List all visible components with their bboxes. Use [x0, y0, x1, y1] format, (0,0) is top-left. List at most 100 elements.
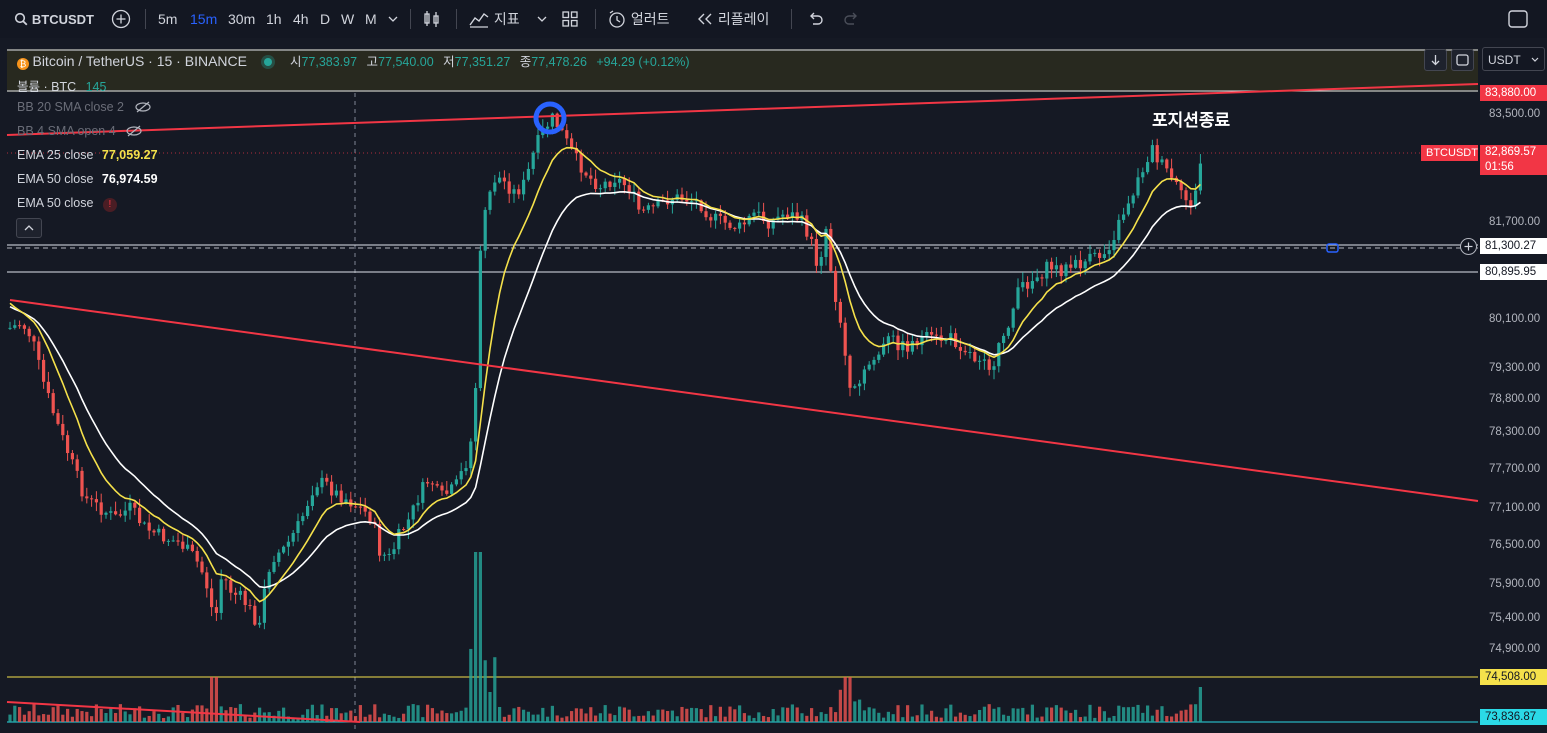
- candle-body: [22, 325, 26, 329]
- volume-bar: [70, 716, 74, 722]
- interval-4h[interactable]: 4h: [293, 0, 309, 38]
- volume-bar: [459, 710, 463, 722]
- indicators-dropdown[interactable]: [536, 0, 548, 38]
- indicator-ema50[interactable]: EMA 50 close 76,974.59: [17, 172, 158, 186]
- volume-bar: [1088, 704, 1092, 722]
- candle-body: [1122, 214, 1126, 220]
- volume-bar: [32, 704, 36, 722]
- interval-5m[interactable]: 5m: [158, 0, 177, 38]
- interval-d[interactable]: D: [320, 0, 330, 38]
- interval-m[interactable]: M: [365, 0, 377, 38]
- interval-1h[interactable]: 1h: [266, 0, 282, 38]
- price-chart[interactable]: 포지션종료: [0, 38, 1547, 733]
- settings-toggle-button[interactable]: [1451, 49, 1474, 71]
- volume-bar: [637, 715, 641, 722]
- price-tick-label: 76,500.00: [1489, 539, 1541, 551]
- add-alert-button[interactable]: [1460, 238, 1477, 255]
- volume-bar: [109, 707, 113, 722]
- redo-button[interactable]: [843, 0, 861, 38]
- volume-bar: [781, 707, 785, 722]
- volume-bar: [939, 717, 943, 722]
- candle-body: [810, 236, 814, 239]
- candle-body: [147, 522, 151, 531]
- interval-15m[interactable]: 15m: [190, 0, 217, 38]
- replay-button[interactable]: 리플레이: [696, 0, 769, 38]
- volume-bar: [1030, 704, 1034, 722]
- volume-bar: [157, 713, 161, 722]
- candle-body: [728, 222, 732, 228]
- volume-bar: [1050, 707, 1054, 722]
- candle-body: [1040, 277, 1044, 279]
- candle-body: [224, 579, 228, 581]
- add-symbol-button[interactable]: [111, 0, 131, 38]
- candle-body: [368, 511, 372, 522]
- chart-pane[interactable]: 포지션종료 ₿ Bitcoin / TetherUS · 15 · BINANC…: [0, 38, 1547, 733]
- candle-body: [1078, 259, 1082, 269]
- indicator-bb20[interactable]: BB 20 SMA close 2: [17, 100, 152, 114]
- high-value: 77,540.00: [378, 55, 434, 69]
- eye-hidden-icon[interactable]: [134, 101, 152, 113]
- interval-dropdown[interactable]: [387, 0, 399, 38]
- low-value: 77,351.27: [454, 55, 511, 69]
- volume-bar: [714, 716, 718, 722]
- indicator-label: BB 4 SMA open 4: [17, 124, 116, 138]
- volume-bar: [522, 709, 526, 722]
- candle-body: [75, 459, 79, 471]
- chart-type-button[interactable]: [422, 0, 442, 38]
- eye-hidden-icon[interactable]: [125, 125, 143, 137]
- volume-bar: [565, 716, 569, 722]
- volume-bar: [27, 711, 31, 722]
- volume-bar: [450, 713, 454, 722]
- volume-legend[interactable]: 볼륨 · BTC 145: [17, 76, 106, 95]
- indicator-ema50-error[interactable]: EMA 50 close !: [17, 196, 117, 212]
- volume-bar: [426, 704, 430, 722]
- candle-body: [133, 502, 137, 508]
- candle-body: [613, 182, 617, 187]
- currency-dropdown[interactable]: USDT: [1482, 47, 1545, 71]
- price-axis[interactable]: [1478, 83, 1547, 733]
- candle-body: [138, 507, 142, 524]
- volume-bar: [570, 711, 574, 722]
- candle-body: [618, 178, 622, 183]
- candle-body: [1093, 252, 1097, 254]
- candle-body: [109, 511, 113, 513]
- candle-body: [171, 540, 175, 542]
- indicator-bb4[interactable]: BB 4 SMA open 4: [17, 124, 143, 138]
- candle-body: [565, 130, 569, 139]
- volume-bar: [579, 708, 583, 722]
- undo-button[interactable]: [806, 0, 824, 38]
- volume-bar: [248, 717, 252, 722]
- symbol-search[interactable]: BTCUSDT: [14, 0, 94, 38]
- candle-body: [718, 213, 722, 216]
- candle-body: [546, 126, 550, 129]
- volume-bar: [142, 717, 146, 722]
- volume-bar: [22, 714, 26, 722]
- volume-bar: [253, 712, 257, 722]
- candle-body: [450, 484, 454, 494]
- layout-button[interactable]: [561, 0, 579, 38]
- price-tick-label: 78,300.00: [1489, 426, 1541, 438]
- volume-bar: [114, 712, 118, 722]
- volume-bar: [1136, 704, 1140, 722]
- candle-body: [474, 388, 478, 442]
- annotation-text[interactable]: 포지션종료: [1152, 111, 1231, 130]
- fullscreen-button[interactable]: [1507, 0, 1529, 38]
- candle-body: [296, 521, 300, 534]
- volume-bar: [685, 708, 689, 722]
- candle-body: [94, 499, 98, 503]
- alerts-button[interactable]: 얼러트: [607, 0, 670, 38]
- candle-body: [1194, 190, 1198, 207]
- close-value: 77,478.26: [531, 55, 587, 69]
- collapse-legend-button[interactable]: [16, 218, 42, 238]
- volume-bar: [882, 717, 886, 722]
- volume-bar: [973, 714, 977, 722]
- indicator-ema25[interactable]: EMA 25 close 77,059.27: [17, 148, 158, 162]
- volume-bar: [1021, 707, 1025, 722]
- price-tick-label: 75,900.00: [1489, 578, 1541, 590]
- candle-body: [906, 341, 910, 352]
- indicators-button[interactable]: 지표: [468, 0, 520, 38]
- interval-30m[interactable]: 30m: [228, 0, 255, 38]
- interval-w[interactable]: W: [341, 0, 354, 38]
- candle-body: [8, 327, 12, 329]
- scroll-down-button[interactable]: [1424, 49, 1447, 71]
